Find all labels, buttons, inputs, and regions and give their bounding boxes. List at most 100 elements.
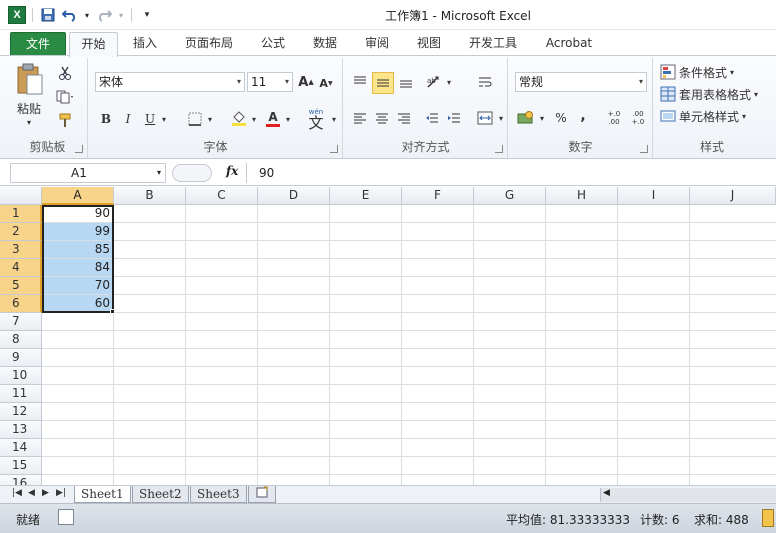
column-header-i[interactable]: I <box>618 187 690 205</box>
format-painter-icon[interactable] <box>56 112 74 130</box>
tab-file[interactable]: 文件 <box>10 32 66 56</box>
font-size-dropdown-icon[interactable]: ▾ <box>285 73 289 91</box>
row-header-15[interactable]: 15 <box>0 457 42 475</box>
align-bottom-icon[interactable] <box>396 72 416 92</box>
row-header-16[interactable]: 16 <box>0 475 42 485</box>
tab-acrobat[interactable]: Acrobat <box>538 32 600 56</box>
name-box[interactable]: A1 ▾ <box>10 163 166 183</box>
column-header-d[interactable]: D <box>258 187 330 205</box>
fill-handle[interactable] <box>110 309 115 314</box>
insert-function-button[interactable]: fx <box>226 164 238 178</box>
accounting-format-icon[interactable] <box>515 108 537 128</box>
name-box-dropdown-icon[interactable]: ▾ <box>157 164 161 182</box>
align-right-icon[interactable] <box>394 108 414 128</box>
formula-bar-resize-handle[interactable] <box>172 164 212 182</box>
orientation-dropdown-icon[interactable]: ▾ <box>444 72 454 92</box>
comma-style-button[interactable]: , <box>573 106 593 126</box>
alignment-launcher-icon[interactable] <box>495 145 503 153</box>
borders-icon[interactable] <box>185 110 205 128</box>
align-middle-icon[interactable] <box>372 72 394 94</box>
row-header-4[interactable]: 4 <box>0 259 42 277</box>
increase-indent-icon[interactable] <box>444 108 464 128</box>
tab-review[interactable]: 审阅 <box>356 32 398 56</box>
column-header-e[interactable]: E <box>330 187 402 205</box>
sheet-tab-sheet2[interactable]: Sheet2 <box>132 486 189 503</box>
increase-decimal-button[interactable]: +.0 .00 <box>603 108 625 128</box>
number-format-combo[interactable]: 常规 ▾ <box>515 72 647 92</box>
cell-a5[interactable]: 70 <box>43 277 113 294</box>
font-color-icon[interactable]: A <box>263 108 283 128</box>
cell-a2[interactable]: 99 <box>43 223 113 240</box>
row-header-9[interactable]: 9 <box>0 349 42 367</box>
merge-dropdown-icon[interactable]: ▾ <box>496 108 506 128</box>
accounting-dropdown-icon[interactable]: ▾ <box>537 108 547 128</box>
row-header-6[interactable]: 6 <box>0 295 42 313</box>
align-center-icon[interactable] <box>372 108 392 128</box>
conditional-formatting-button[interactable]: 条件格式 ▾ <box>660 62 766 82</box>
fill-color-dropdown-icon[interactable]: ▾ <box>249 110 259 128</box>
align-left-icon[interactable] <box>350 108 370 128</box>
number-launcher-icon[interactable] <box>640 145 648 153</box>
tab-data[interactable]: 数据 <box>304 32 346 56</box>
merge-center-icon[interactable] <box>474 108 496 128</box>
tab-formulas[interactable]: 公式 <box>252 32 294 56</box>
format-as-table-button[interactable]: 套用表格格式 ▾ <box>660 84 770 104</box>
underline-dropdown-icon[interactable]: ▾ <box>159 110 169 128</box>
row-header-14[interactable]: 14 <box>0 439 42 457</box>
tab-home[interactable]: 开始 <box>69 32 118 57</box>
tab-page-layout[interactable]: 页面布局 <box>176 32 242 56</box>
worksheet-grid[interactable]: A B C D E F G H I J 1 2 3 4 5 6 7 8 9 10… <box>0 187 776 485</box>
grow-font-icon[interactable]: A ▲ <box>297 72 315 92</box>
decrease-indent-icon[interactable] <box>422 108 442 128</box>
wrap-text-icon[interactable] <box>474 72 496 94</box>
column-header-h[interactable]: H <box>546 187 618 205</box>
bold-button[interactable]: B <box>97 110 115 128</box>
column-header-f[interactable]: F <box>402 187 474 205</box>
sheet-tab-sheet3[interactable]: Sheet3 <box>190 486 247 503</box>
cell-a4[interactable]: 84 <box>43 259 113 276</box>
next-sheet-icon[interactable]: ▶ <box>42 488 49 498</box>
paste-icon[interactable] <box>14 62 46 98</box>
first-sheet-icon[interactable]: |◀ <box>12 488 22 498</box>
row-header-11[interactable]: 11 <box>0 385 42 403</box>
cell-styles-button[interactable]: 单元格样式 ▾ <box>660 106 766 126</box>
scroll-left-icon[interactable]: ◀ <box>603 488 610 498</box>
row-header-5[interactable]: 5 <box>0 277 42 295</box>
phonetic-guide-icon[interactable]: wén 文 <box>303 104 329 132</box>
italic-button[interactable]: I <box>119 110 137 128</box>
cut-icon[interactable] <box>56 64 74 82</box>
column-header-c[interactable]: C <box>186 187 258 205</box>
insert-sheet-icon[interactable] <box>248 486 276 503</box>
horizontal-scrollbar[interactable]: ◀ <box>600 488 776 502</box>
underline-button[interactable]: U <box>141 110 159 128</box>
row-header-13[interactable]: 13 <box>0 421 42 439</box>
last-sheet-icon[interactable]: ▶| <box>56 488 66 498</box>
column-header-a[interactable]: A <box>42 187 114 205</box>
decrease-decimal-button[interactable]: .00 +.0 <box>627 108 649 128</box>
cell-a6[interactable]: 60 <box>43 295 113 312</box>
view-normal-icon[interactable] <box>762 509 774 527</box>
paste-button[interactable]: 粘贴 <box>12 100 46 116</box>
align-top-icon[interactable] <box>350 72 370 92</box>
orientation-icon[interactable]: ab <box>424 72 444 92</box>
tab-insert[interactable]: 插入 <box>122 32 168 56</box>
column-header-j[interactable]: J <box>690 187 776 205</box>
fill-color-icon[interactable] <box>229 108 249 128</box>
row-header-2[interactable]: 2 <box>0 223 42 241</box>
row-header-3[interactable]: 3 <box>0 241 42 259</box>
font-name-dropdown-icon[interactable]: ▾ <box>237 73 241 91</box>
clipboard-launcher-icon[interactable] <box>75 145 83 153</box>
font-name-combo[interactable]: 宋体 ▾ <box>95 72 245 92</box>
paste-dropdown-icon[interactable]: ▾ <box>22 116 36 128</box>
column-header-g[interactable]: G <box>474 187 546 205</box>
row-header-10[interactable]: 10 <box>0 367 42 385</box>
row-header-7[interactable]: 7 <box>0 313 42 331</box>
number-format-dropdown-icon[interactable]: ▾ <box>639 73 643 91</box>
tab-view[interactable]: 视图 <box>408 32 450 56</box>
borders-dropdown-icon[interactable]: ▾ <box>205 110 215 128</box>
macro-record-icon[interactable] <box>58 509 74 525</box>
column-header-b[interactable]: B <box>114 187 186 205</box>
tab-developer[interactable]: 开发工具 <box>460 32 526 56</box>
font-size-combo[interactable]: 11 ▾ <box>247 72 293 92</box>
row-header-1[interactable]: 1 <box>0 205 42 223</box>
